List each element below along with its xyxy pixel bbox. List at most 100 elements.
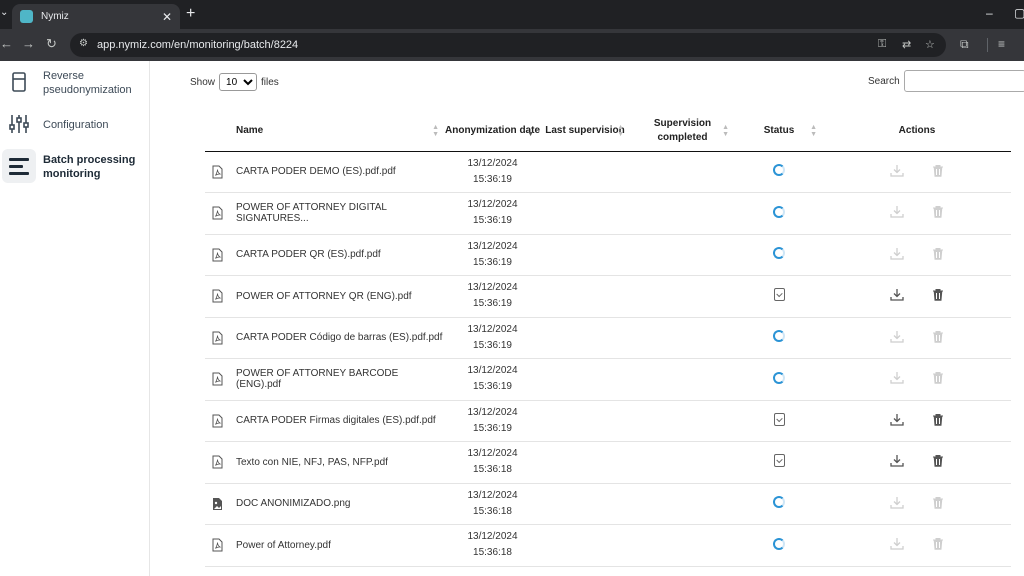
delete-icon[interactable]: [932, 537, 944, 553]
column-header-name[interactable]: Name ▲ ▼: [205, 111, 445, 152]
status-cell: [735, 192, 823, 235]
delete-icon[interactable]: [932, 413, 944, 429]
sort-icon: ▲ ▼: [722, 124, 729, 138]
download-icon[interactable]: [890, 330, 904, 346]
column-header-supervision-completed[interactable]: Supervision completed ▲ ▼: [630, 111, 735, 152]
column-header-actions: Actions: [823, 111, 1011, 152]
maximize-icon[interactable]: ▢: [1014, 6, 1024, 20]
last-supervision-cell: [540, 192, 630, 235]
anonymization-date-cell: 13/12/2024 15:36:19: [445, 234, 540, 276]
actions-cell: [823, 151, 1011, 193]
date-text: 13/12/2024: [467, 323, 518, 335]
file-name-cell[interactable]: POWER OF ATTORNEY BARCODE (ENG).pdf: [205, 358, 445, 401]
delete-icon[interactable]: [932, 330, 944, 346]
delete-icon[interactable]: [932, 454, 944, 470]
delete-icon[interactable]: [932, 205, 944, 221]
anonymization-date-cell: 13/12/2024 15:36:19: [445, 317, 540, 359]
delete-icon[interactable]: [932, 496, 944, 512]
column-header-date[interactable]: Anonymization date ▼: [445, 111, 540, 152]
delete-icon[interactable]: [932, 371, 944, 387]
delete-icon[interactable]: [932, 247, 944, 263]
date-text: 13/12/2024: [467, 406, 518, 418]
supervision-done-icon: [773, 288, 785, 302]
toolbar-divider: [987, 38, 988, 52]
column-header-status[interactable]: Status ▲ ▼: [735, 111, 823, 152]
time-text: 15:36:19: [473, 381, 512, 393]
loading-spinner-icon: [773, 371, 785, 384]
translate-icon[interactable]: ⇄: [902, 38, 911, 51]
actions-cell: [823, 275, 1011, 318]
time-text: 15:36:18: [473, 505, 512, 517]
file-name: CARTA PODER QR (ES).pdf.pdf: [236, 249, 381, 261]
file-name-cell[interactable]: POWER OF ATTORNEY DIGITAL SIGNATURES...: [205, 192, 445, 235]
minimize-icon[interactable]: –: [986, 6, 993, 20]
search-input[interactable]: [903, 70, 1024, 92]
file-name: CARTA PODER DEMO (ES).pdf.pdf: [236, 166, 396, 178]
download-icon[interactable]: [890, 288, 904, 304]
time-text: 15:36:18: [473, 547, 512, 559]
nymiz-favicon-icon: [20, 10, 33, 23]
column-header-last-supervision[interactable]: Last supervision ▲ ▼: [540, 111, 630, 152]
extensions-icon[interactable]: ⧉: [960, 37, 969, 52]
last-supervision-cell: [540, 317, 630, 359]
main-content: Show 10 files Search Name ▲ ▼ Anonymizatio…: [150, 61, 1024, 576]
file-name-cell[interactable]: CARTA PODER DEMO (ES).pdf.pdf: [205, 151, 445, 193]
bookmark-star-icon[interactable]: ☆: [925, 38, 935, 51]
download-icon[interactable]: [890, 537, 904, 553]
tab-close-icon[interactable]: ✕: [162, 10, 172, 24]
file-name: POWER OF ATTORNEY DIGITAL SIGNATURES...: [236, 202, 387, 225]
last-supervision-cell: [540, 400, 630, 442]
status-cell: [735, 524, 823, 567]
delete-icon[interactable]: [932, 164, 944, 180]
reading-list-icon[interactable]: ≡: [998, 37, 1005, 51]
download-icon[interactable]: [890, 205, 904, 221]
download-icon[interactable]: [890, 247, 904, 263]
sort-desc-icon: ▼: [527, 131, 534, 138]
back-icon[interactable]: ←: [0, 36, 13, 51]
supervision-completed-cell: [630, 192, 735, 235]
file-name-cell[interactable]: CARTA PODER Código de barras (ES).pdf.pd…: [205, 317, 445, 359]
table-row: POWER OF ATTORNEY BARCODE (ENG).pdf 13/12…: [205, 358, 1011, 401]
browser-tab[interactable]: Nymiz ✕: [12, 4, 180, 29]
site-settings-icon[interactable]: ⚙: [79, 38, 88, 49]
document-icon: [2, 65, 36, 99]
download-icon[interactable]: [890, 454, 904, 470]
file-name: Texto con NIE, NFJ, PAS, NFP.pdf: [236, 456, 388, 468]
download-icon[interactable]: [890, 164, 904, 180]
download-icon[interactable]: [890, 496, 904, 512]
sidebar-item-reverse-pseudonymization[interactable]: Reverse pseudonymization: [0, 65, 150, 99]
reload-icon[interactable]: ↻: [46, 36, 57, 52]
file-name-cell[interactable]: CARTA PODER Firmas digitales (ES).pdf.pd…: [205, 400, 445, 442]
search-control: Search: [868, 70, 1024, 92]
sidebar-item-batch-processing-monitoring[interactable]: Batch processing monitoring: [0, 149, 150, 185]
forward-icon[interactable]: →: [22, 36, 35, 51]
file-name-cell[interactable]: Texto con NIE, NFJ, PAS, NFP.pdf: [205, 441, 445, 484]
password-key-icon[interactable]: ⚿: [878, 38, 886, 51]
page-length-select[interactable]: 10: [219, 73, 258, 91]
loading-spinner-icon: [773, 205, 785, 218]
anonymization-date-cell: 13/12/2024 15:36:19: [445, 275, 540, 318]
url-text[interactable]: app.nymiz.com/en/monitoring/batch/8224: [97, 39, 298, 51]
supervision-completed-cell: [630, 358, 735, 401]
table-row: CARTA PODER DEMO (ES).pdf.pdf 13/12/2024 1…: [205, 151, 1011, 193]
actions-cell: [823, 192, 1011, 235]
file-name-cell[interactable]: POWER OF ATTORNEY QR (ENG).pdf: [205, 275, 445, 318]
delete-icon[interactable]: [932, 288, 944, 304]
status-cell: [735, 151, 823, 193]
show-label: Show: [190, 76, 216, 88]
actions-cell: [823, 317, 1011, 359]
tab-search-icon[interactable]: ⌄: [0, 7, 10, 21]
sort-icon: ▲ ▼: [810, 124, 817, 138]
file-name-cell[interactable]: CARTA PODER QR (ES).pdf.pdf: [205, 234, 445, 276]
sort-icon: ▲ ▼: [617, 124, 624, 138]
sliders-icon: [2, 107, 36, 141]
file-name-cell[interactable]: DOC ANONIMIZADO.png: [205, 483, 445, 525]
sidebar-item-configuration[interactable]: Configuration: [0, 107, 150, 141]
new-tab-button[interactable]: +: [186, 5, 195, 23]
download-icon[interactable]: [890, 413, 904, 429]
address-bar[interactable]: ⚙ app.nymiz.com/en/monitoring/batch/8224…: [70, 33, 946, 57]
supervision-completed-cell: [630, 151, 735, 193]
file-name-cell[interactable]: Power of Attorney.pdf: [205, 524, 445, 567]
download-icon[interactable]: [890, 371, 904, 387]
table-row: CARTA PODER Código de barras (ES).pdf.pd…: [205, 317, 1011, 359]
